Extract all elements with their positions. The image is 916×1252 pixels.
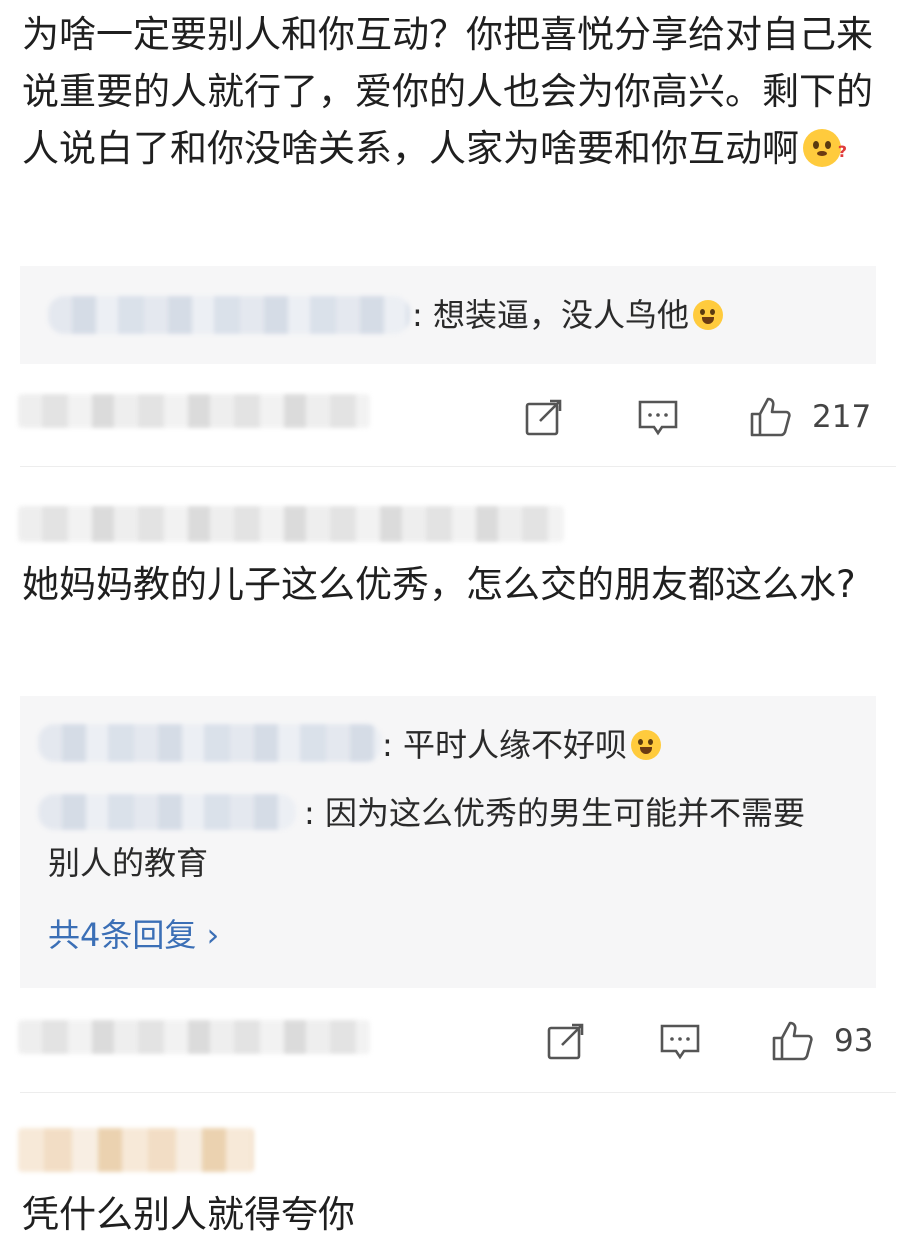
reply-text: : 想装逼，没人鸟他 [412,296,689,334]
comment-text: 凭什么别人就得夸你 [22,1193,355,1236]
expand-replies-link[interactable]: 共4条回复 › [48,910,219,960]
blurred-user-info [18,394,370,428]
reply-text: : 平时人缘不好呗 [382,726,627,764]
blurred-user-info [18,1020,370,1054]
laughing-emoji-icon [630,730,661,760]
reply-item[interactable]: : 因为这么优秀的男生可能并不需要别人的教育 [48,788,808,888]
blurred-username [18,506,564,542]
crying-laughing-emoji-icon [692,300,723,330]
blurred-username [38,724,382,762]
comment-icon[interactable] [658,1019,702,1063]
confused-face-emoji-icon: ? [803,129,847,167]
repost-icon[interactable] [522,395,566,439]
blurred-username [18,1128,254,1172]
comment-text: 为啥一定要别人和你互动？你把喜悦分享给对自己来说重要的人就行了，爱你的人也会为你… [22,13,873,170]
reply-box[interactable]: : 想装逼，没人鸟他 [20,266,876,364]
reply-box[interactable]: : 平时人缘不好呗 : 因为这么优秀的男生可能并不需要别人的教育 共4条回复 › [20,696,876,988]
reply-item[interactable]: : 想装逼，没人鸟他 [412,290,723,340]
repost-icon[interactable] [544,1019,588,1063]
divider [20,466,896,467]
comment-icon[interactable] [636,395,680,439]
blurred-username [48,296,410,334]
reply-text: : 因为这么优秀的男生可能并不需要别人的教育 [48,794,805,882]
like-count: 217 [812,399,872,435]
comment-text: 她妈妈教的儿子这么优秀，怎么交的朋友都这么水? [22,563,856,606]
like-icon[interactable] [770,1019,814,1063]
like-icon[interactable] [748,395,792,439]
reply-item[interactable]: : 平时人缘不好呗 [382,720,661,770]
divider [20,1092,896,1093]
like-count: 93 [834,1023,874,1059]
